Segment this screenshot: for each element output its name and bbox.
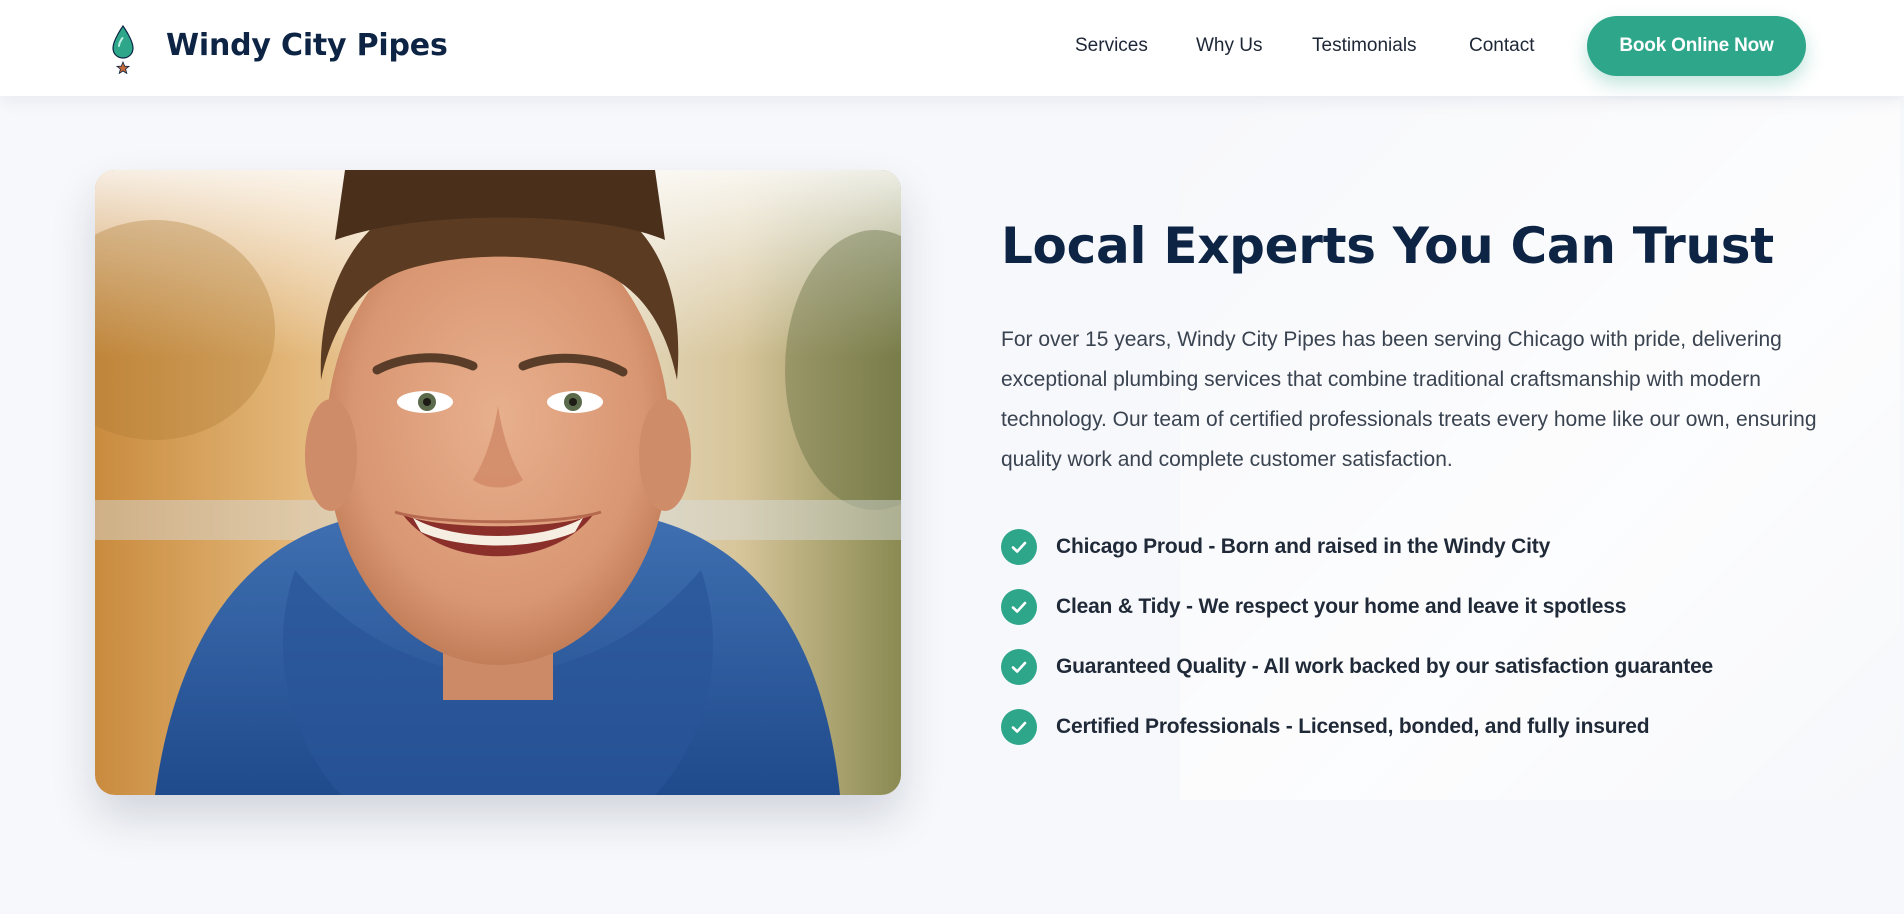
- feature-text: Guaranteed Quality - All work backed by …: [1056, 655, 1714, 678]
- smiling-man-blue-hoodie-photo: [95, 170, 901, 795]
- check-circle-icon: [1001, 709, 1037, 745]
- site-header: Windy City Pipes Services Why Us Testimo…: [0, 0, 1904, 96]
- brand-name[interactable]: Windy City Pipes: [166, 24, 448, 68]
- feature-text: Chicago Proud - Born and raised in the W…: [1056, 535, 1551, 558]
- nav-link-why-us[interactable]: Why Us: [1196, 0, 1263, 92]
- feature-item: Guaranteed Quality - All work backed by …: [1001, 637, 1821, 697]
- nav-link-testimonials[interactable]: Testimonials: [1312, 0, 1417, 92]
- nav-link-services[interactable]: Services: [1075, 0, 1148, 92]
- about-section: Local Experts You Can Trust For over 15 …: [1001, 210, 1821, 757]
- check-circle-icon: [1001, 529, 1037, 565]
- feature-list: Chicago Proud - Born and raised in the W…: [1001, 517, 1821, 757]
- section-headline: Local Experts You Can Trust: [1001, 217, 1774, 275]
- feature-item: Clean & Tidy - We respect your home and …: [1001, 577, 1821, 637]
- nav-link-contact[interactable]: Contact: [1469, 0, 1534, 92]
- feature-item: Certified Professionals - Licensed, bond…: [1001, 697, 1821, 757]
- check-circle-icon: [1001, 649, 1037, 685]
- book-online-button[interactable]: Book Online Now: [1587, 16, 1806, 76]
- water-drop-star-icon[interactable]: [110, 24, 136, 74]
- check-circle-icon: [1001, 589, 1037, 625]
- feature-text: Certified Professionals - Licensed, bond…: [1056, 715, 1650, 738]
- feature-text: Clean & Tidy - We respect your home and …: [1056, 595, 1627, 618]
- about-paragraph: For over 15 years, Windy City Pipes has …: [1001, 328, 1817, 471]
- feature-item: Chicago Proud - Born and raised in the W…: [1001, 517, 1821, 577]
